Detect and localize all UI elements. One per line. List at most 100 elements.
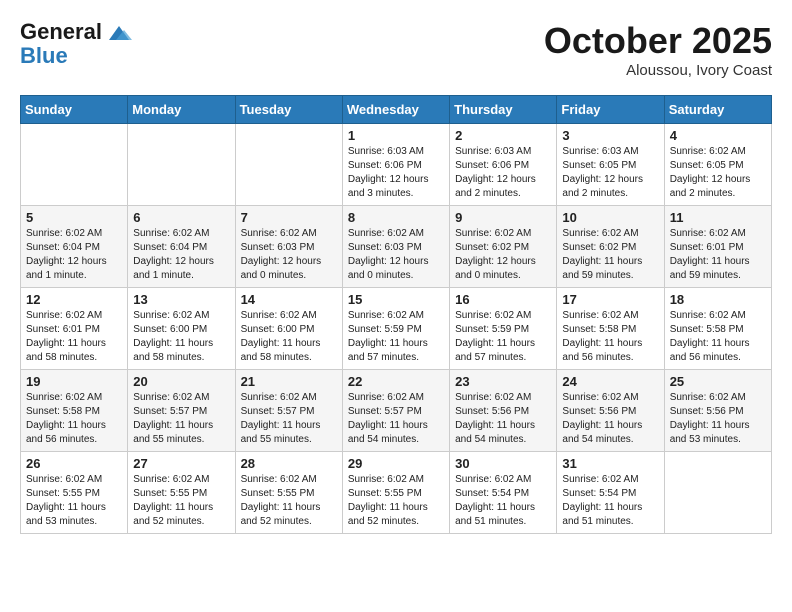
day-info: Sunrise: 6:02 AM Sunset: 6:04 PM Dayligh… <box>133 227 229 283</box>
day-header-monday: Monday <box>128 96 235 124</box>
calendar-cell: 28Sunrise: 6:02 AM Sunset: 5:55 PM Dayli… <box>235 452 342 534</box>
day-info: Sunrise: 6:02 AM Sunset: 6:03 PM Dayligh… <box>348 227 444 283</box>
day-header-sunday: Sunday <box>21 96 128 124</box>
calendar-cell: 25 Sunrise: 6:02 AM Sunset: 5:56 PM Dayli… <box>664 370 771 452</box>
day-header-wednesday: Wednesday <box>342 96 449 124</box>
day-number: 16 <box>455 292 551 307</box>
day-info: Sunrise: 6:02 AM Sunset: 5:55 PM Dayligh… <box>133 473 229 529</box>
day-info: Sunrise: 6:02 AM Sunset: 5:54 PM Dayligh… <box>455 473 551 529</box>
day-number: 25 <box>670 374 766 389</box>
calendar-cell: 21 Sunrise: 6:02 AM Sunset: 5:57 PM Dayli… <box>235 370 342 452</box>
day-info: Sunrise: 6:02 AM Sunset: 5:59 PM Dayligh… <box>455 309 551 365</box>
calendar-week-5: 26 Sunrise: 6:02 AM Sunset: 5:55 PM Dayli… <box>21 452 772 534</box>
day-number: 15 <box>348 292 444 307</box>
calendar-cell: 13 Sunrise: 6:02 AM Sunset: 6:00 PM Dayli… <box>128 288 235 370</box>
calendar-cell: 29 Sunrise: 6:02 AM Sunset: 5:55 PM Dayli… <box>342 452 449 534</box>
day-info: Sunrise: 6:02 AM Sunset: 6:00 PM Dayligh… <box>241 309 337 365</box>
day-number: 17 <box>562 292 658 307</box>
day-number: 13 <box>133 292 229 307</box>
day-info: Sunrise: 6:03 AM Sunset: 6:05 PM Dayligh… <box>562 145 658 201</box>
day-number: 19 <box>26 374 122 389</box>
calendar-cell: 11Sunrise: 6:02 AM Sunset: 6:01 PM Dayli… <box>664 206 771 288</box>
day-number: 24 <box>562 374 658 389</box>
day-number: 27 <box>133 456 229 471</box>
day-number: 20 <box>133 374 229 389</box>
calendar-cell: 8 Sunrise: 6:02 AM Sunset: 6:03 PM Daylig… <box>342 206 449 288</box>
calendar-week-2: 5 Sunrise: 6:02 AM Sunset: 6:04 PM Daylig… <box>21 206 772 288</box>
day-info: Sunrise: 6:02 AM Sunset: 5:57 PM Dayligh… <box>241 391 337 447</box>
calendar-cell: 15 Sunrise: 6:02 AM Sunset: 5:59 PM Dayli… <box>342 288 449 370</box>
day-number: 1 <box>348 128 444 143</box>
logo-text: General <box>20 20 134 44</box>
calendar-cell: 22 Sunrise: 6:02 AM Sunset: 5:57 PM Dayli… <box>342 370 449 452</box>
day-info: Sunrise: 6:02 AM Sunset: 6:00 PM Dayligh… <box>133 309 229 365</box>
day-number: 10 <box>562 210 658 225</box>
day-info: Sunrise: 6:02 AM Sunset: 5:56 PM Dayligh… <box>670 391 766 447</box>
calendar-cell <box>235 124 342 206</box>
day-number: 31 <box>562 456 658 471</box>
day-info: Sunrise: 6:02 AM Sunset: 5:59 PM Dayligh… <box>348 309 444 365</box>
day-number: 22 <box>348 374 444 389</box>
day-header-tuesday: Tuesday <box>235 96 342 124</box>
day-number: 8 <box>348 210 444 225</box>
calendar-cell <box>21 124 128 206</box>
day-info: Sunrise: 6:03 AM Sunset: 6:06 PM Dayligh… <box>348 145 444 201</box>
page-header: General Blue October 2025 Aloussou, Ivor… <box>20 20 772 79</box>
day-header-thursday: Thursday <box>450 96 557 124</box>
calendar-cell: 31 Sunrise: 6:02 AM Sunset: 5:54 PM Dayli… <box>557 452 664 534</box>
calendar-cell: 5Sunrise: 6:02 AM Sunset: 6:04 PM Daylig… <box>21 206 128 288</box>
calendar-week-1: 1 Sunrise: 6:03 AM Sunset: 6:06 PM Daylig… <box>21 124 772 206</box>
day-number: 18 <box>670 292 766 307</box>
calendar-cell: 6 Sunrise: 6:02 AM Sunset: 6:04 PM Daylig… <box>128 206 235 288</box>
calendar-cell: 7 Sunrise: 6:02 AM Sunset: 6:03 PM Daylig… <box>235 206 342 288</box>
day-info: Sunrise: 6:02 AM Sunset: 5:55 PM Dayligh… <box>348 473 444 529</box>
day-info: Sunrise: 6:02 AM Sunset: 5:54 PM Dayligh… <box>562 473 658 529</box>
day-info: Sunrise: 6:02 AM Sunset: 5:57 PM Dayligh… <box>133 391 229 447</box>
logo-icon <box>104 22 134 44</box>
day-number: 14 <box>241 292 337 307</box>
calendar-cell: 24 Sunrise: 6:02 AM Sunset: 5:56 PM Dayli… <box>557 370 664 452</box>
calendar-cell: 12 Sunrise: 6:02 AM Sunset: 6:01 PM Dayli… <box>21 288 128 370</box>
calendar-cell: 3Sunrise: 6:03 AM Sunset: 6:05 PM Daylig… <box>557 124 664 206</box>
day-info: Sunrise: 6:02 AM Sunset: 6:03 PM Dayligh… <box>241 227 337 283</box>
day-info: Sunrise: 6:02 AM Sunset: 5:58 PM Dayligh… <box>562 309 658 365</box>
day-number: 30 <box>455 456 551 471</box>
day-info: Sunrise: 6:03 AM Sunset: 6:06 PM Dayligh… <box>455 145 551 201</box>
day-number: 26 <box>26 456 122 471</box>
day-header-friday: Friday <box>557 96 664 124</box>
day-number: 6 <box>133 210 229 225</box>
day-info: Sunrise: 6:02 AM Sunset: 5:57 PM Dayligh… <box>348 391 444 447</box>
month-title: October 2025 <box>544 20 772 62</box>
day-info: Sunrise: 6:02 AM Sunset: 5:58 PM Dayligh… <box>670 309 766 365</box>
calendar-cell: 23Sunrise: 6:02 AM Sunset: 5:56 PM Dayli… <box>450 370 557 452</box>
calendar-cell: 17 Sunrise: 6:02 AM Sunset: 5:58 PM Dayli… <box>557 288 664 370</box>
calendar-cell: 20 Sunrise: 6:02 AM Sunset: 5:57 PM Dayli… <box>128 370 235 452</box>
day-number: 2 <box>455 128 551 143</box>
day-number: 4 <box>670 128 766 143</box>
day-number: 21 <box>241 374 337 389</box>
day-number: 9 <box>455 210 551 225</box>
day-info: Sunrise: 6:02 AM Sunset: 5:58 PM Dayligh… <box>26 391 122 447</box>
day-number: 29 <box>348 456 444 471</box>
day-number: 11 <box>670 210 766 225</box>
calendar-week-4: 19 Sunrise: 6:02 AM Sunset: 5:58 PM Dayli… <box>21 370 772 452</box>
calendar-cell: 10Sunrise: 6:02 AM Sunset: 6:02 PM Dayli… <box>557 206 664 288</box>
day-info: Sunrise: 6:02 AM Sunset: 5:55 PM Dayligh… <box>26 473 122 529</box>
location-subtitle: Aloussou, Ivory Coast <box>544 62 772 79</box>
day-info: Sunrise: 6:02 AM Sunset: 6:05 PM Dayligh… <box>670 145 766 201</box>
day-info: Sunrise: 6:02 AM Sunset: 5:56 PM Dayligh… <box>562 391 658 447</box>
calendar-table: SundayMondayTuesdayWednesdayThursdayFrid… <box>20 95 772 534</box>
calendar-cell: 26 Sunrise: 6:02 AM Sunset: 5:55 PM Dayli… <box>21 452 128 534</box>
calendar-cell: 27 Sunrise: 6:02 AM Sunset: 5:55 PM Dayli… <box>128 452 235 534</box>
day-number: 5 <box>26 210 122 225</box>
calendar-cell: 2 Sunrise: 6:03 AM Sunset: 6:06 PM Daylig… <box>450 124 557 206</box>
calendar-cell: 16 Sunrise: 6:02 AM Sunset: 5:59 PM Dayli… <box>450 288 557 370</box>
day-info: Sunrise: 6:02 AM Sunset: 6:02 PM Dayligh… <box>455 227 551 283</box>
calendar-cell <box>664 452 771 534</box>
day-number: 7 <box>241 210 337 225</box>
day-number: 28 <box>241 456 337 471</box>
calendar-cell: 18 Sunrise: 6:02 AM Sunset: 5:58 PM Dayli… <box>664 288 771 370</box>
day-info: Sunrise: 6:02 AM Sunset: 6:01 PM Dayligh… <box>26 309 122 365</box>
day-number: 12 <box>26 292 122 307</box>
day-number: 23 <box>455 374 551 389</box>
